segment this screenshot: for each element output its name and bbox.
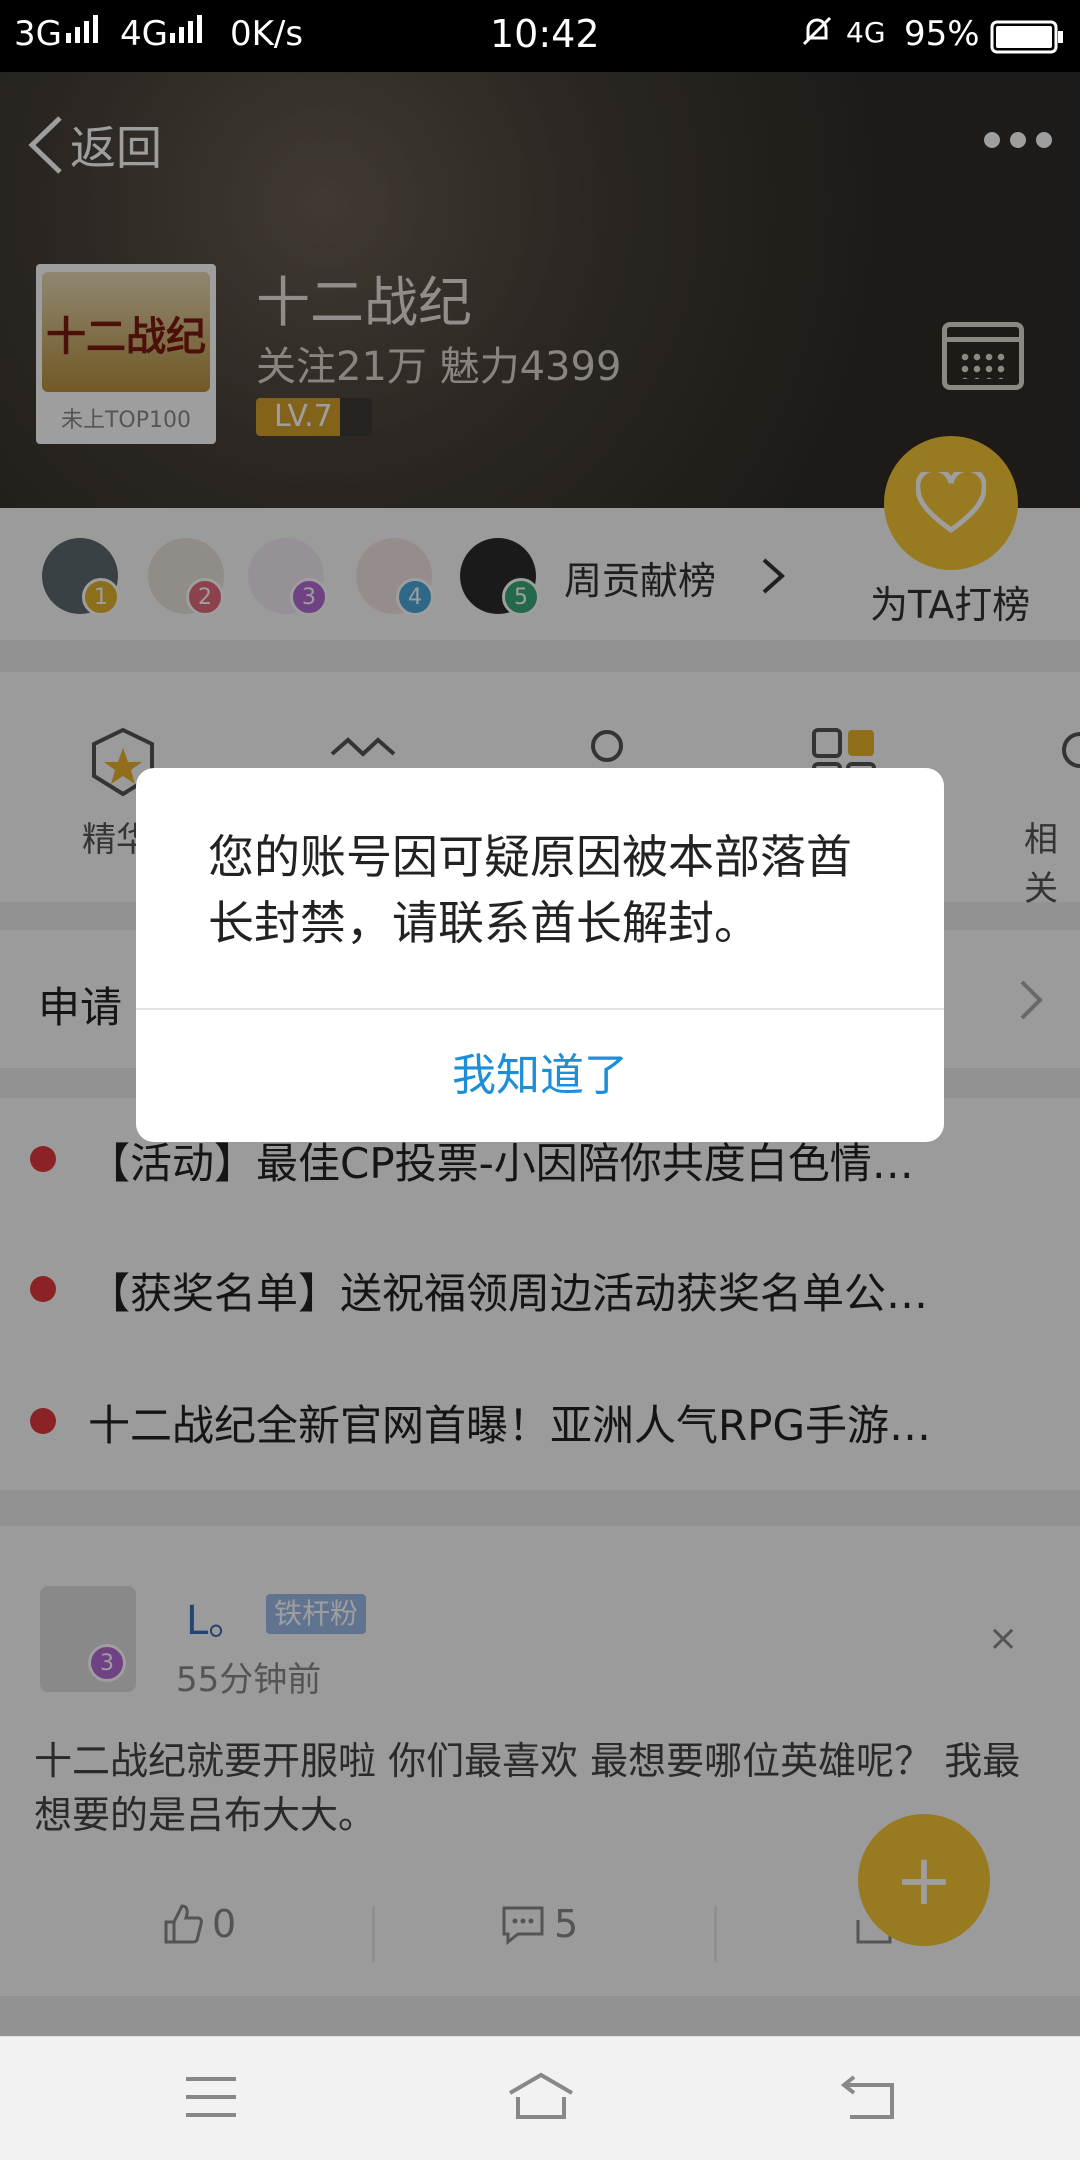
ban-notice-dialog: 您的账号因可疑原因被本部落酋长封禁，请联系酋长解封。 我知道了	[136, 768, 944, 1142]
battery-percent: 95%	[904, 14, 980, 54]
network-indicator: 3G	[14, 14, 62, 54]
status-bar: 3G 4G 0K/s 10:42 4G 95%	[0, 0, 1080, 72]
signal-icon-2	[168, 14, 208, 54]
clock: 10:42	[490, 12, 600, 56]
network-indicator-3: 4G	[846, 16, 886, 49]
back-nav-icon[interactable]	[840, 2073, 896, 2121]
network-indicator-2: 4G	[120, 14, 168, 54]
net-speed: 0K/s	[230, 14, 304, 54]
acknowledge-button[interactable]: 我知道了	[136, 1010, 944, 1142]
battery-icon	[990, 20, 1064, 63]
menu-icon[interactable]	[184, 2075, 238, 2119]
signal-icon	[64, 14, 104, 54]
dialog-message: 您的账号因可疑原因被本部落酋长封禁，请联系酋长解封。	[208, 830, 852, 950]
home-icon[interactable]	[506, 2071, 576, 2123]
mute-icon	[800, 14, 834, 57]
system-nav-bar	[0, 2036, 1080, 2160]
